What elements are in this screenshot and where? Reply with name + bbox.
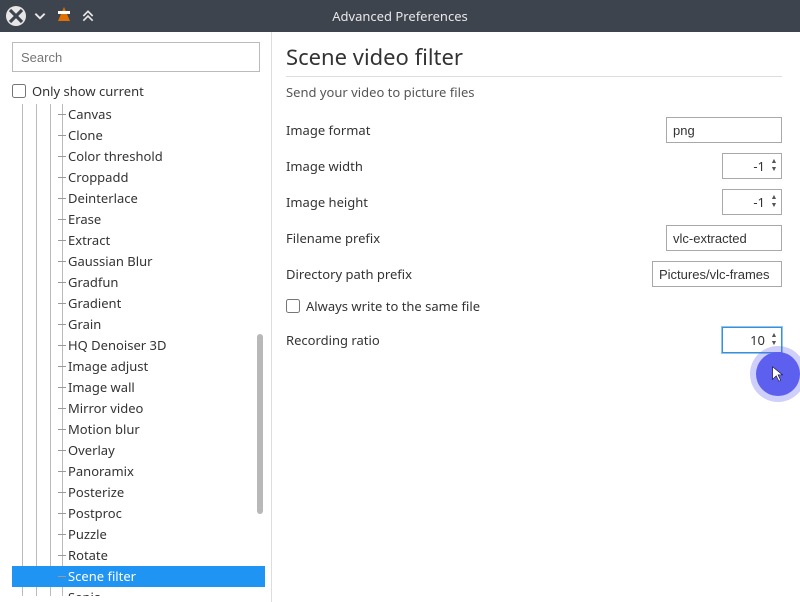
stepper-arrows-icon[interactable]: ▲▼ — [769, 158, 781, 174]
pane-title: Scene video filter — [286, 42, 782, 77]
label-directory-prefix: Directory path prefix — [286, 265, 652, 283]
label-filename-prefix: Filename prefix — [286, 229, 666, 247]
stepper-arrows-icon[interactable]: ▲▼ — [769, 194, 781, 210]
app-vlc-icon — [54, 6, 74, 26]
only-show-current-row[interactable]: Only show current — [12, 82, 265, 100]
image-format-input[interactable] — [666, 117, 782, 143]
tree-item[interactable]: Image wall — [12, 377, 265, 398]
only-show-current-label: Only show current — [32, 82, 144, 100]
tree-item[interactable]: Postproc — [12, 503, 265, 524]
stepper-arrows-icon[interactable]: ▲▼ — [769, 332, 781, 348]
label-recording-ratio: Recording ratio — [286, 331, 722, 349]
tree-item[interactable]: Gradient — [12, 293, 265, 314]
label-image-format: Image format — [286, 121, 666, 139]
search-input[interactable] — [12, 42, 260, 72]
recording-ratio-stepper[interactable]: 10 ▲▼ — [722, 327, 782, 353]
chevron-up-double-icon[interactable] — [78, 6, 98, 26]
cursor-pointer-icon — [756, 352, 800, 396]
tree-item[interactable]: Gaussian Blur — [12, 251, 265, 272]
label-image-width: Image width — [286, 157, 722, 175]
tree: CanvasCloneColor thresholdCroppaddDeinte… — [12, 104, 265, 596]
directory-prefix-input[interactable] — [652, 261, 782, 287]
tree-item[interactable]: Mirror video — [12, 398, 265, 419]
tree-item[interactable]: Grain — [12, 314, 265, 335]
scrollbar-thumb[interactable] — [257, 334, 263, 514]
tree-item[interactable]: Color threshold — [12, 146, 265, 167]
tree-item[interactable]: Overlay — [12, 440, 265, 461]
window-title: Advanced Preferences — [0, 7, 800, 25]
tree-item[interactable]: Canvas — [12, 104, 265, 125]
image-height-stepper[interactable]: -1 ▲▼ — [722, 189, 782, 215]
label-image-height: Image height — [286, 193, 722, 211]
tree-item[interactable]: Posterize — [12, 482, 265, 503]
tree-item[interactable]: HQ Denoiser 3D — [12, 335, 265, 356]
tree-item[interactable]: Sepia — [12, 587, 265, 596]
titlebar: Advanced Preferences — [0, 0, 800, 32]
pane-subtitle: Send your video to picture files — [286, 83, 782, 101]
tree-item[interactable]: Scene filter — [12, 566, 265, 587]
always-same-file-checkbox[interactable] — [286, 299, 300, 313]
tree-item[interactable]: Deinterlace — [12, 188, 265, 209]
settings-pane: Scene video filter Send your video to pi… — [272, 32, 800, 602]
chevron-down-icon[interactable] — [30, 6, 50, 26]
tree-item[interactable]: Puzzle — [12, 524, 265, 545]
tree-item[interactable]: Extract — [12, 230, 265, 251]
image-width-stepper[interactable]: -1 ▲▼ — [722, 153, 782, 179]
tree-item[interactable]: Image adjust — [12, 356, 265, 377]
only-show-current-checkbox[interactable] — [12, 84, 26, 98]
tree-item[interactable]: Croppadd — [12, 167, 265, 188]
sidebar: Only show current CanvasCloneColor thres… — [0, 32, 272, 602]
filename-prefix-input[interactable] — [666, 225, 782, 251]
tree-item[interactable]: Gradfun — [12, 272, 265, 293]
tree-item[interactable]: Panoramix — [12, 461, 265, 482]
tree-item[interactable]: Erase — [12, 209, 265, 230]
tree-item[interactable]: Motion blur — [12, 419, 265, 440]
tree-item[interactable]: Clone — [12, 125, 265, 146]
tree-item[interactable]: Rotate — [12, 545, 265, 566]
label-always-same-file: Always write to the same file — [306, 297, 480, 315]
close-icon[interactable] — [6, 6, 26, 26]
